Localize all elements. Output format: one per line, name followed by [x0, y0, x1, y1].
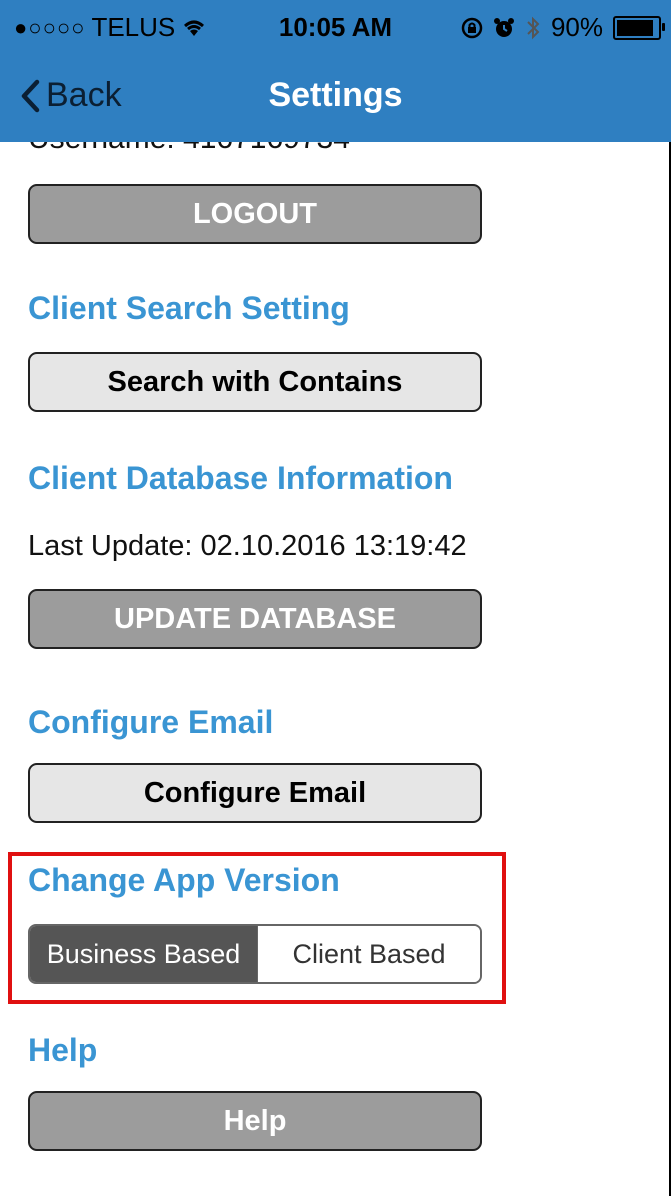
search-with-contains-button[interactable]: Search with Contains: [28, 352, 482, 412]
update-database-button[interactable]: UPDATE DATABASE: [28, 589, 482, 649]
client-search-heading: Client Search Setting: [28, 290, 350, 326]
battery-percent: 90%: [550, 12, 603, 42]
change-app-version-heading: Change App Version: [28, 862, 340, 898]
segment-business-based[interactable]: Business Based: [30, 926, 257, 982]
database-heading: Client Database Information: [28, 460, 453, 496]
settings-content[interactable]: Username: 4167169734 LOGOUT Client Searc…: [0, 142, 671, 1196]
segment-client-based[interactable]: Client Based: [257, 926, 480, 982]
status-right: 90%: [461, 12, 665, 43]
orientation-lock-icon: [461, 17, 483, 38]
navigation-bar: Back Settings: [0, 56, 671, 142]
page-title: Settings: [268, 76, 403, 114]
configure-email-button[interactable]: Configure Email: [28, 763, 482, 823]
last-update-text: Last Update: 02.10.2016 13:19:42: [28, 530, 467, 562]
username-text: Username: 4167169734: [28, 142, 350, 156]
battery-icon: [613, 15, 665, 40]
status-bar: ●○○○○ TELUS 10:05 AM 90%: [0, 0, 671, 56]
app-version-segmented-control[interactable]: Business Based Client Based: [28, 924, 482, 984]
help-heading: Help: [28, 1032, 98, 1068]
help-button[interactable]: Help: [28, 1091, 482, 1151]
configure-email-heading: Configure Email: [28, 704, 274, 740]
bluetooth-icon: [527, 16, 540, 39]
logout-button[interactable]: LOGOUT: [28, 184, 482, 244]
alarm-icon: [493, 17, 514, 37]
